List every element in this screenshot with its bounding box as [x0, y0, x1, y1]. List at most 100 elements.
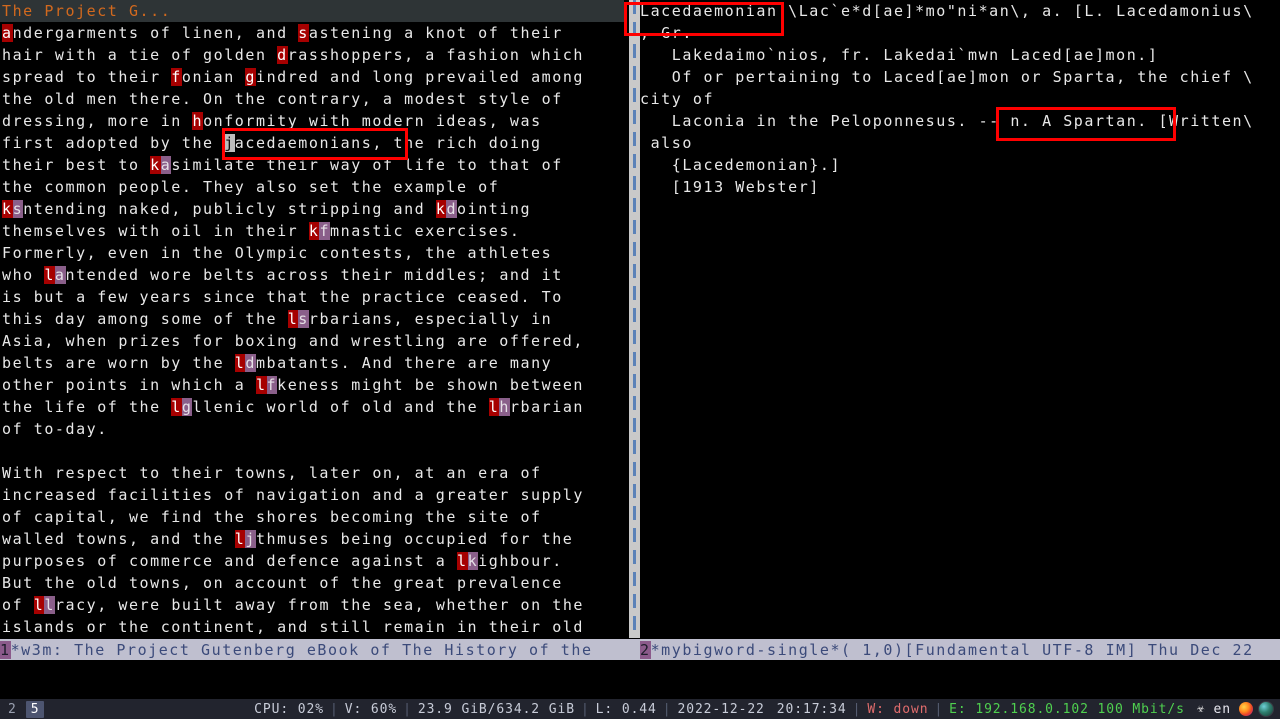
modeline-right-text: *mybigword-single*( 1,0)[Fundamental UTF…: [650, 641, 1254, 659]
avy-jump-label[interactable]: l: [33, 596, 45, 614]
avy-jump-label[interactable]: k: [150, 156, 161, 174]
dictionary-line: city of: [640, 90, 715, 108]
text-run: walled towns, and the: [2, 530, 235, 548]
vertical-scrollbar[interactable]: [629, 0, 640, 638]
text-run: of: [2, 596, 34, 614]
avy-jump-label[interactable]: l: [44, 596, 55, 614]
avy-jump-label[interactable]: s: [298, 310, 309, 328]
avy-jump-label[interactable]: l: [234, 354, 246, 372]
avy-jump-label[interactable]: d: [446, 200, 458, 218]
window-number-2: 2: [640, 641, 651, 659]
text-run: mbatants. And there are many: [255, 354, 553, 372]
text-run: Formerly, even in the Olympic contests, …: [2, 244, 553, 262]
text-run: ndergarments of linen, and: [12, 24, 299, 42]
buffer-header-line: The Project G...: [0, 0, 629, 22]
status-indicators[interactable]: CPU: 02% | V: 60% | 23.9 GiB/634.2 GiB |…: [248, 701, 1280, 717]
date-indicator: 2022-12-22: [677, 701, 765, 717]
avy-jump-label[interactable]: l: [255, 376, 267, 394]
text-line: the common people. They also set the exa…: [2, 176, 629, 198]
text-run: racy, were built away from the sea, whet…: [54, 596, 584, 614]
text-run: astening a knot of their: [308, 24, 563, 42]
text-line: islands or the continent, and still rema…: [2, 616, 629, 638]
avy-jump-label[interactable]: d: [277, 46, 288, 64]
avy-jump-label[interactable]: g: [181, 398, 193, 416]
text-run: onformity with modern ideas, was: [203, 112, 542, 130]
avy-jump-label[interactable]: h: [499, 398, 510, 416]
avy-jump-label[interactable]: j: [245, 530, 256, 548]
avy-jump-label[interactable]: l: [488, 398, 500, 416]
avy-jump-label[interactable]: l: [287, 310, 299, 328]
text-run: ighbour.: [478, 552, 563, 570]
time-indicator: 20:17:34: [776, 701, 847, 717]
text-run: spread to their: [2, 68, 172, 86]
text-line: their best to kasimilate their way of li…: [2, 154, 629, 176]
avy-jump-label[interactable]: s: [298, 24, 309, 42]
text-line: With respect to their towns, later on, a…: [2, 462, 629, 484]
avy-jump-label[interactable]: d: [245, 354, 256, 372]
text-run: is but a few years since that the practi…: [2, 288, 563, 306]
separator-icon: |: [852, 701, 862, 717]
text-run: their best to: [2, 156, 151, 174]
system-tray[interactable]: ☣ en: [1191, 701, 1274, 717]
ethernet-indicator: E: 192.168.0.102 100 Mbit/s: [949, 701, 1185, 717]
avy-jump-label[interactable]: k: [308, 222, 320, 240]
text-run: rasshoppers, a fashion which: [287, 46, 584, 64]
avy-jump-label[interactable]: a: [2, 24, 13, 42]
text-cursor[interactable]: j: [224, 134, 235, 152]
dictionary-line: , Gr.: [640, 24, 693, 42]
text-line: is but a few years since that the practi…: [2, 286, 629, 308]
window-number-1: 1: [0, 641, 11, 659]
workspace-5[interactable]: 5: [25, 700, 45, 718]
workspace-list[interactable]: 2 5: [0, 700, 45, 718]
text-line: But the old towns, on account of the gre…: [2, 572, 629, 594]
avy-jump-label[interactable]: l: [234, 530, 246, 548]
avy-jump-label[interactable]: f: [266, 376, 278, 394]
text-run: ointing: [457, 200, 532, 218]
text-line: first adopted by the jacedaemonians, the…: [2, 132, 629, 154]
avy-jump-label[interactable]: l: [44, 266, 55, 284]
firefox-icon[interactable]: [1239, 702, 1253, 716]
text-run: rbarians, especially in: [308, 310, 553, 328]
modeline-left[interactable]: 1*w3m: The Project Gutenberg eBook of Th…: [0, 638, 640, 660]
text-line: Formerly, even in the Olympic contests, …: [2, 242, 629, 264]
modeline-right[interactable]: 2*mybigword-single*( 1,0)[Fundamental UT…: [640, 638, 1280, 660]
w3m-buffer-window[interactable]: The Project G... andergarments of linen,…: [0, 0, 629, 638]
text-run: the common people. They also set the exa…: [2, 178, 500, 196]
text-run: keness might be shown between: [277, 376, 584, 394]
avy-jump-label[interactable]: s: [12, 200, 24, 218]
dictionary-line: {Lacedemonian}.]: [640, 156, 842, 174]
avy-jump-label[interactable]: g: [245, 68, 256, 86]
avy-jump-label[interactable]: a: [160, 156, 172, 174]
keyboard-layout-indicator[interactable]: en: [1211, 702, 1234, 717]
disk-indicator: 23.9 GiB/634.2 GiB: [417, 701, 575, 717]
globe-icon[interactable]: [1258, 701, 1274, 717]
avy-jump-label[interactable]: k: [467, 552, 479, 570]
avy-jump-label[interactable]: f: [171, 68, 182, 86]
separator-icon: |: [662, 701, 672, 717]
avy-jump-label[interactable]: h: [192, 112, 204, 130]
text-line: dressing, more in honformity with modern…: [2, 110, 629, 132]
text-line: ksntending naked, publicly stripping and…: [2, 198, 629, 220]
text-line: [2, 440, 629, 462]
dictionary-buffer-window[interactable]: Lacedaemonian \Lac`e*d[ae]*mo"ni*an\, a.…: [640, 0, 1280, 638]
dictionary-line: Lakedaimo`nios, fr. Lakedai`mwn Laced[ae…: [640, 46, 1159, 64]
dropbox-icon[interactable]: ☣: [1197, 702, 1206, 716]
text-run: the life of the: [2, 398, 172, 416]
w3m-buffer-text[interactable]: andergarments of linen, and sastening a …: [0, 22, 629, 638]
avy-jump-label[interactable]: l: [456, 552, 468, 570]
avy-jump-label[interactable]: a: [54, 266, 66, 284]
dictionary-line: Lacedaemonian \Lac`e*d[ae]*mo"ni*an\, a.…: [640, 2, 1254, 20]
avy-jump-label[interactable]: k: [2, 200, 13, 218]
text-line: increased facilities of navigation and a…: [2, 484, 629, 506]
system-status-bar[interactable]: 2 5 CPU: 02% | V: 60% | 23.9 GiB/634.2 G…: [0, 699, 1280, 719]
separator-icon: |: [403, 701, 412, 717]
text-line: purposes of commerce and defence against…: [2, 550, 629, 572]
avy-jump-label[interactable]: f: [319, 222, 331, 240]
text-run: onian: [181, 68, 246, 86]
workspace-2[interactable]: 2: [8, 702, 17, 717]
avy-jump-label[interactable]: k: [435, 200, 447, 218]
avy-jump-label[interactable]: l: [171, 398, 182, 416]
text-run: of capital, we find the shores becoming …: [2, 508, 542, 526]
text-line: of llracy, were built away from the sea,…: [2, 594, 629, 616]
desktop-screen: The Project G... andergarments of linen,…: [0, 0, 1280, 719]
